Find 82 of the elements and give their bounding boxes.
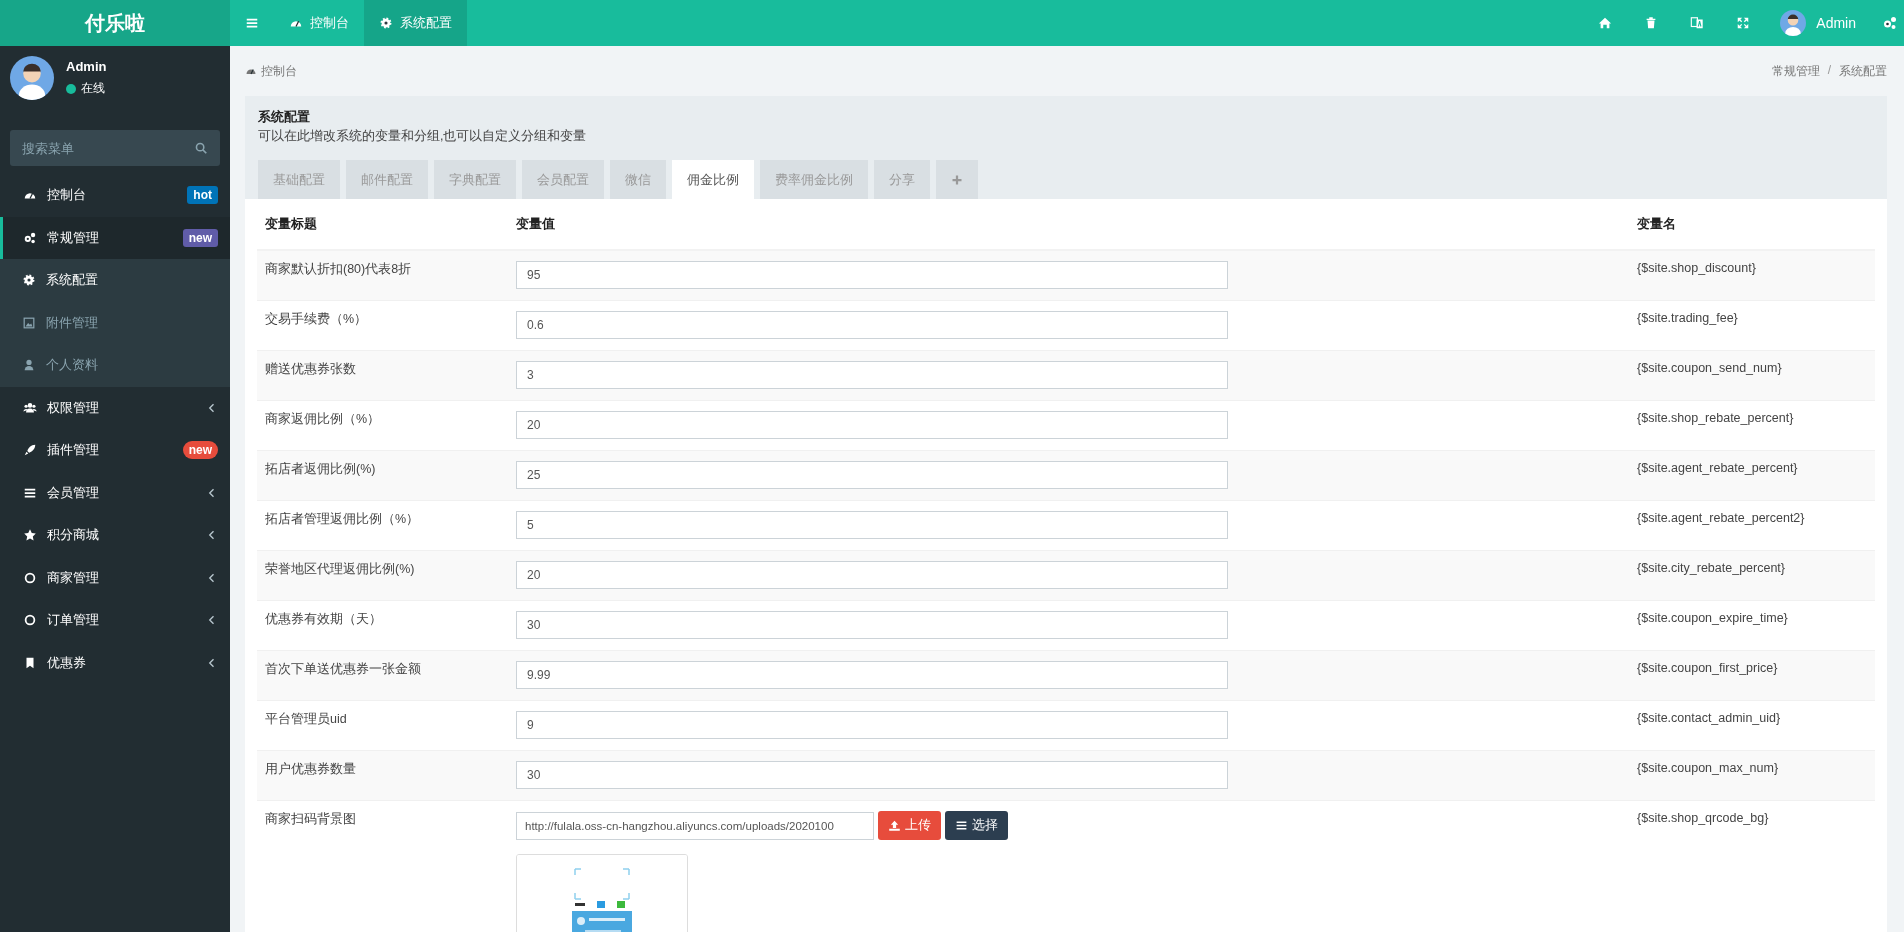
value-field[interactable]: 20 bbox=[516, 561, 1228, 589]
variable-title: 交易手续费（%） bbox=[265, 312, 368, 326]
value-field[interactable]: 95 bbox=[516, 261, 1228, 289]
star-icon bbox=[23, 528, 37, 543]
menu-icon bbox=[245, 16, 259, 30]
breadcrumb-item[interactable]: 系统配置 bbox=[1839, 62, 1887, 80]
add-tab-button[interactable] bbox=[936, 160, 978, 199]
variable-title: 商家默认折扣(80)代表8折 bbox=[265, 262, 412, 276]
variable-name: {$site.coupon_send_num} bbox=[1637, 361, 1782, 375]
badge: new bbox=[182, 441, 218, 460]
search-field[interactable]: 搜索菜单 bbox=[10, 130, 220, 166]
breadcrumb-link[interactable]: 控制台 bbox=[261, 62, 297, 80]
status-text: 在线 bbox=[81, 80, 105, 97]
logo: 付乐啦 bbox=[0, 0, 230, 46]
status-dot bbox=[66, 83, 76, 94]
menu-item[interactable]: 控制台 hot bbox=[0, 174, 230, 217]
users-icon bbox=[23, 400, 37, 415]
submenu-item[interactable]: 个人资料 bbox=[0, 344, 230, 387]
variable-name: {$site.shop_rebate_percent} bbox=[1637, 411, 1794, 425]
menu-item[interactable]: 商家管理 bbox=[0, 556, 230, 599]
menu-item[interactable]: 积分商城 bbox=[0, 514, 230, 557]
variable-title: 首次下单送优惠券一张金额 bbox=[265, 662, 421, 676]
translate-icon bbox=[1690, 16, 1705, 30]
user-name: Admin bbox=[66, 59, 107, 74]
variable-title: 用户优惠券数量 bbox=[265, 762, 356, 776]
list-icon bbox=[955, 819, 968, 832]
home-icon bbox=[1598, 16, 1613, 30]
breadcrumb-item[interactable]: 常规管理 bbox=[1771, 62, 1820, 80]
variable-title: 平台管理员uid bbox=[265, 712, 347, 726]
config-tab[interactable]: 佣金比例 bbox=[672, 160, 754, 199]
value-field[interactable]: 30 bbox=[516, 611, 1228, 639]
panel-description: 可以在此增改系统的变量和分组,也可以自定义分组和变量 bbox=[258, 128, 588, 145]
value-field[interactable]: 9 bbox=[516, 711, 1228, 739]
submenu-item[interactable]: 系统配置 bbox=[0, 259, 230, 302]
menu-item[interactable]: 权限管理 bbox=[0, 386, 230, 429]
url-field[interactable]: http://fulala.oss-cn-hangzhou.aliyuncs.com/uploads/2020100 bbox=[516, 811, 874, 840]
badge: hot bbox=[187, 186, 218, 205]
value-field[interactable]: 3 bbox=[516, 361, 1228, 389]
variable-name: {$site.agent_rebate_percent2} bbox=[1637, 511, 1805, 525]
variable-title: 荣誉地区代理返佣比例(%) bbox=[265, 562, 415, 576]
value-field[interactable]: 20 bbox=[516, 411, 1228, 439]
select-button[interactable]: 选择 bbox=[945, 811, 1008, 840]
variable-title: 商家返佣比例（%） bbox=[265, 412, 381, 426]
variable-name: {$site.coupon_first_price} bbox=[1637, 661, 1778, 675]
upload-button[interactable]: 上传 bbox=[878, 811, 941, 840]
fullscreen-icon bbox=[1736, 16, 1751, 30]
variable-name: {$site.coupon_max_num} bbox=[1637, 761, 1779, 775]
variable-name: {$site.shop_discount} bbox=[1637, 261, 1756, 275]
variable-name: {$site.coupon_expire_time} bbox=[1637, 611, 1788, 625]
variable-title: 商家扫码背景图 bbox=[265, 812, 356, 826]
value-field[interactable]: 5 bbox=[516, 511, 1228, 539]
menu-item[interactable]: 插件管理 new bbox=[0, 429, 230, 472]
value-field[interactable]: 0.6 bbox=[516, 311, 1228, 339]
menu-item[interactable]: 优惠券 bbox=[0, 641, 230, 684]
value-field[interactable]: 25 bbox=[516, 461, 1228, 489]
menu-item[interactable]: 会员管理 bbox=[0, 471, 230, 514]
variable-name: {$site.city_rebate_percent} bbox=[1637, 561, 1786, 575]
circle-icon bbox=[23, 613, 37, 628]
variable-title: 优惠券有效期（天） bbox=[265, 612, 382, 626]
submenu-item[interactable]: 附件管理 bbox=[0, 301, 230, 344]
menu-item[interactable]: 订单管理 bbox=[0, 599, 230, 642]
value-field[interactable]: 30 bbox=[516, 761, 1228, 789]
badge: new bbox=[182, 228, 218, 247]
search-icon bbox=[194, 141, 208, 155]
avatar bbox=[10, 56, 54, 100]
image-icon bbox=[22, 315, 36, 330]
avatar bbox=[1780, 10, 1807, 36]
variable-name: {$site.agent_rebate_percent} bbox=[1637, 461, 1798, 475]
user-icon bbox=[22, 358, 36, 373]
panel-title: 系统配置 bbox=[258, 109, 311, 126]
variable-title: 赠送优惠券张数 bbox=[265, 362, 356, 376]
breadcrumb-separator: / bbox=[1827, 62, 1831, 79]
variable-title: 拓店者管理返佣比例（%） bbox=[265, 512, 420, 526]
variable-title: 拓店者返佣比例(%) bbox=[265, 462, 376, 476]
upload-icon bbox=[888, 819, 901, 832]
add-icon bbox=[951, 173, 963, 186]
value-field[interactable]: 9.99 bbox=[516, 661, 1228, 689]
variable-name: {$site.shop_qrcode_bg} bbox=[1637, 811, 1769, 825]
variable-name: {$site.contact_admin_uid} bbox=[1637, 711, 1781, 725]
circle-icon bbox=[23, 570, 37, 585]
menu-item[interactable]: 常规管理 new bbox=[0, 216, 230, 259]
variable-name: {$site.trading_fee} bbox=[1637, 311, 1738, 325]
